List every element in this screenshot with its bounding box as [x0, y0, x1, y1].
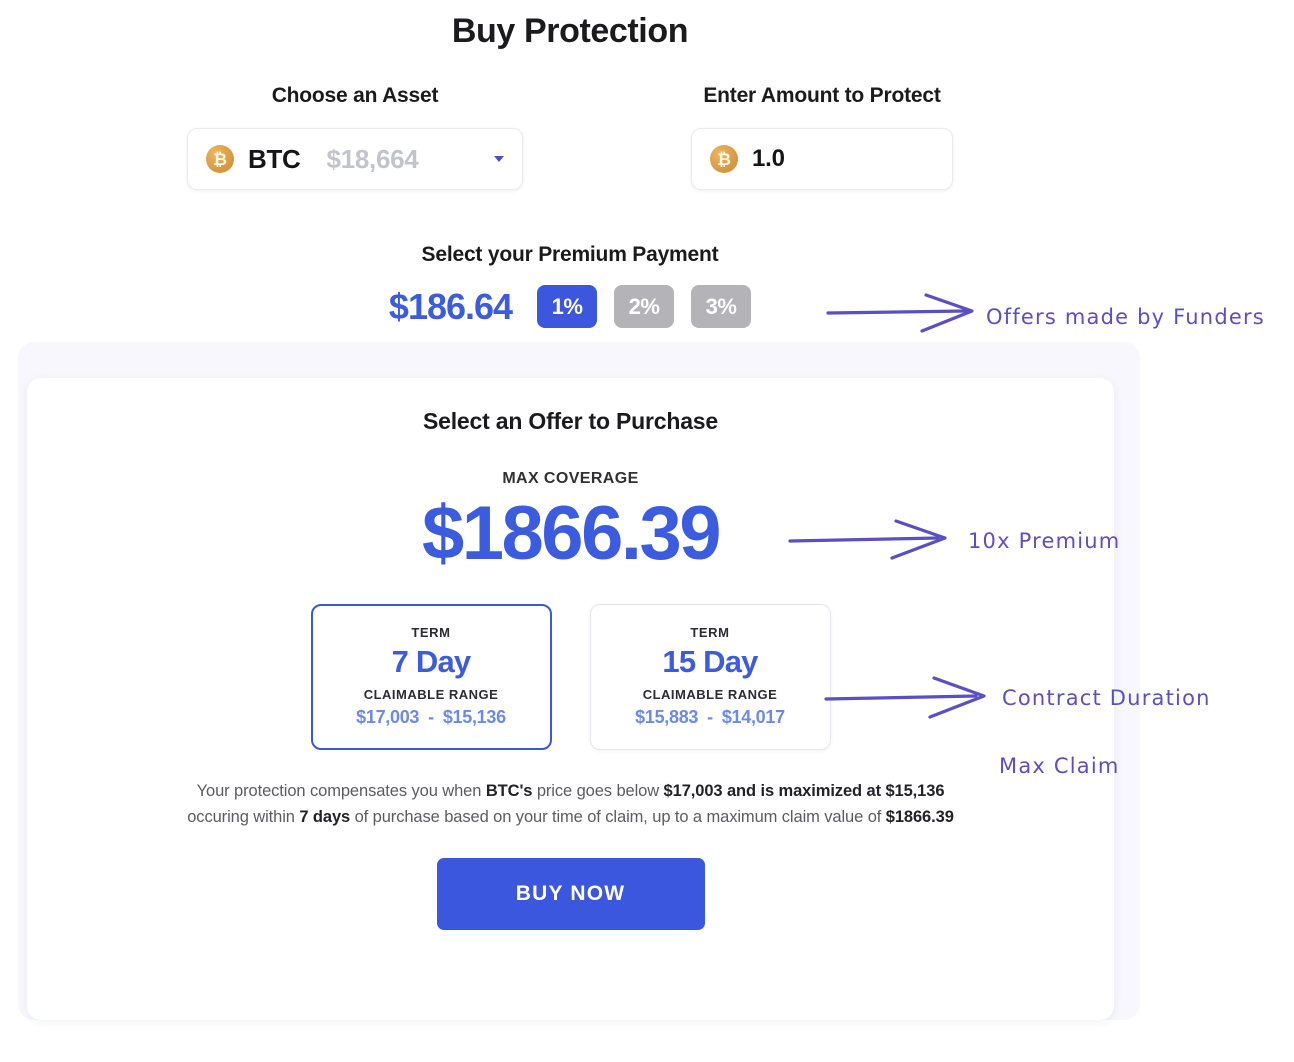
asset-and-amount-row: Choose an Asset ₿ BTC $18,664 Enter Amou…	[0, 84, 1140, 190]
buy-now-button[interactable]: BUY NOW	[437, 858, 705, 930]
range-dash: -	[428, 707, 434, 728]
bitcoin-coin-icon: ₿	[206, 145, 234, 173]
range-high: $17,003	[356, 707, 419, 728]
premium-options-row: $186.64 1% 2% 3%	[389, 285, 751, 328]
bitcoin-coin-icon: ₿	[710, 145, 738, 173]
range-caption: CLAIMABLE RANGE	[643, 687, 778, 702]
amount-input-wrapper[interactable]: ₿ 1.0	[691, 128, 953, 190]
annotation-arrow-premium	[788, 518, 960, 560]
annotation-label-duration: Contract Duration	[1002, 686, 1211, 710]
asset-price: $18,664	[327, 144, 419, 175]
buy-now-wrapper: BUY NOW	[27, 858, 1114, 930]
protection-description: Your protection compensates you when BTC…	[176, 778, 966, 830]
choose-asset-group: Choose an Asset ₿ BTC $18,664	[187, 84, 523, 190]
annotation-label-max-claim: Max Claim	[999, 754, 1120, 778]
premium-amount: $186.64	[389, 286, 512, 328]
term-caption: TERM	[411, 625, 450, 640]
desc-t3: occuring within	[187, 808, 299, 826]
enter-amount-label: Enter Amount to Protect	[703, 84, 940, 108]
choose-asset-label: Choose an Asset	[272, 84, 439, 108]
annotation-label-funders: Offers made by Funders	[986, 305, 1265, 329]
range-caption: CLAIMABLE RANGE	[364, 687, 499, 702]
premium-option-3[interactable]: 3%	[691, 285, 751, 328]
range-low: $14,017	[722, 707, 785, 728]
asset-select[interactable]: ₿ BTC $18,664	[187, 128, 523, 190]
range-values: $15,883 - $14,017	[635, 707, 785, 728]
desc-t2: price goes below	[532, 782, 663, 800]
max-coverage-label: MAX COVERAGE	[27, 470, 1114, 488]
desc-t4: of purchase based on your time of claim,…	[350, 808, 886, 826]
desc-b4: $1866.39	[886, 808, 954, 826]
term-card-15-day[interactable]: TERM 15 Day CLAIMABLE RANGE $15,883 - $1…	[590, 604, 831, 750]
annotation-label-premium: 10x Premium	[968, 529, 1120, 553]
desc-b3: 7 days	[299, 808, 350, 826]
desc-b2: $17,003 and is maximized at $15,136	[664, 782, 945, 800]
term-caption: TERM	[690, 625, 729, 640]
range-values: $17,003 - $15,136	[356, 707, 506, 728]
asset-symbol: BTC	[248, 144, 301, 175]
range-high: $15,883	[635, 707, 698, 728]
desc-b1: BTC's	[486, 782, 533, 800]
premium-option-1[interactable]: 1%	[537, 285, 597, 328]
offer-title: Select an Offer to Purchase	[27, 408, 1114, 435]
enter-amount-group: Enter Amount to Protect ₿ 1.0	[691, 84, 953, 190]
term-value: 15 Day	[662, 644, 757, 680]
desc-t1: Your protection compensates you when	[197, 782, 486, 800]
range-low: $15,136	[443, 707, 506, 728]
annotation-arrow-duration	[824, 675, 1002, 719]
buy-protection-page: Buy Protection Choose an Asset ₿ BTC $18…	[0, 0, 1294, 1062]
range-dash: -	[707, 707, 713, 728]
term-card-7-day[interactable]: TERM 7 Day CLAIMABLE RANGE $17,003 - $15…	[311, 604, 552, 750]
chevron-down-icon[interactable]	[494, 156, 504, 162]
term-value: 7 Day	[392, 644, 471, 680]
premium-option-2[interactable]: 2%	[614, 285, 674, 328]
premium-payment-label: Select your Premium Payment	[422, 243, 719, 267]
annotation-arrow-funders	[826, 292, 986, 334]
page-title: Buy Protection	[0, 12, 1140, 51]
amount-input[interactable]: 1.0	[752, 145, 785, 173]
